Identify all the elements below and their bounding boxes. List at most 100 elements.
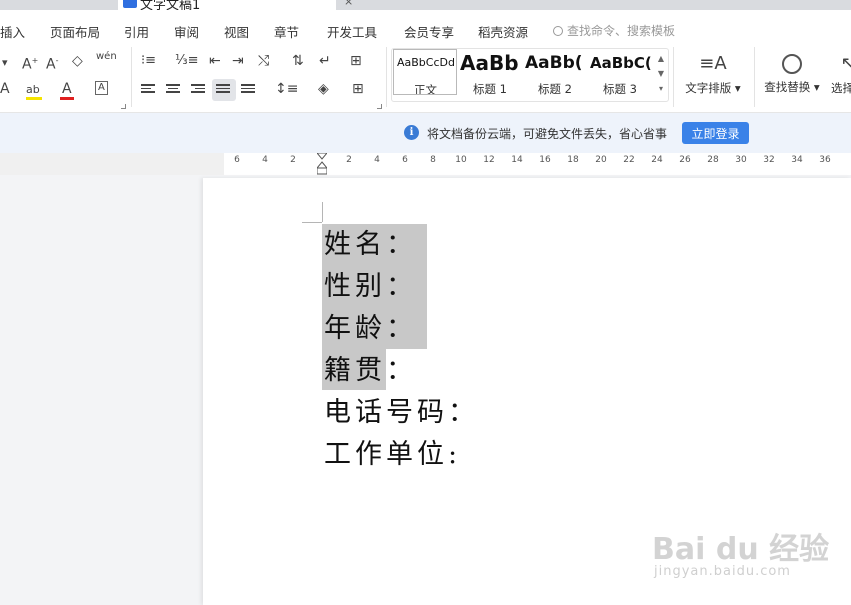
page-corner-mark — [322, 202, 323, 222]
search-icon — [553, 26, 563, 36]
login-button[interactable]: 立即登录 — [682, 122, 749, 144]
ruler-tick: 26 — [679, 155, 691, 165]
page-corner-mark — [302, 222, 322, 223]
menu-docer-resources[interactable]: 稻壳资源 — [478, 22, 528, 41]
ruler-tick: 2 — [290, 155, 296, 165]
pinyin-guide-icon[interactable]: wén — [96, 49, 117, 65]
text-effect-icon[interactable]: A — [0, 81, 10, 97]
find-replace-label: 查找替换 ▾ — [764, 80, 820, 94]
cloud-backup-notice: i 将文档备份云端，可避免文件丢失，省心省事 立即登录 — [0, 113, 851, 153]
doc-line-phone[interactable]: 电话号码： — [324, 392, 479, 433]
command-search[interactable]: 查找命令、搜索模板 — [553, 22, 675, 39]
style-heading-2[interactable]: AaBb( 标题 2 — [525, 49, 587, 95]
ruler-tick: 32 — [763, 155, 775, 165]
menu-bar: 插入 页面布局 引用 审阅 视图 章节 开发工具 会员专享 稻壳资源 查找命令、… — [0, 10, 851, 43]
doc-line-age[interactable]: 年龄： — [324, 308, 417, 349]
style-gallery-scroll[interactable]: ▲ ▼ ▾ — [655, 51, 667, 96]
chevron-up-icon[interactable]: ▲ — [655, 51, 667, 66]
doc-line-native-place[interactable]: 籍贯： — [324, 350, 417, 391]
ribbon-separator — [673, 47, 674, 107]
text-layout-button[interactable]: ≡A 文字排版 ▾ — [684, 53, 742, 96]
ruler-tick: 2 — [346, 155, 352, 165]
menu-references[interactable]: 引用 — [124, 22, 149, 41]
ruler-tick: 8 — [430, 155, 436, 165]
ruler-tick: 34 — [791, 155, 803, 165]
menu-chapter[interactable]: 章节 — [274, 22, 299, 41]
clear-format-icon[interactable]: ◇ — [72, 53, 83, 69]
cursor-arrow-icon: ↖ — [840, 53, 851, 74]
align-left-icon[interactable] — [141, 82, 157, 95]
font-size-dropdown-icon[interactable]: ▾ — [2, 55, 8, 71]
style-heading-3-sample: AaBbC( — [590, 54, 652, 72]
show-marks-icon[interactable]: ↵ — [319, 53, 331, 69]
menu-view[interactable]: 视图 — [224, 22, 249, 41]
info-icon: i — [404, 125, 419, 140]
chevron-down-icon[interactable]: ▼ — [655, 66, 667, 81]
ruler-tick: 10 — [455, 155, 467, 165]
shrink-font-icon[interactable]: A- — [46, 53, 58, 73]
distribute-icon[interactable] — [241, 82, 257, 95]
font-color-glyph: A — [62, 81, 72, 97]
ruler-tick: 12 — [483, 155, 495, 165]
font-color-bar — [60, 97, 74, 100]
grow-font-icon[interactable]: A+ — [22, 53, 38, 73]
style-heading-1-sample: AaBb — [460, 51, 519, 75]
align-right-icon[interactable] — [191, 82, 207, 95]
baidu-jingyan-watermark: Bai du 经验 jingyan.baidu.com — [648, 512, 851, 592]
style-heading-2-sample: AaBb( — [525, 53, 583, 73]
align-center-icon[interactable] — [166, 82, 182, 95]
highlight-glyph: ab — [26, 83, 40, 96]
ruler-tick: 20 — [595, 155, 607, 165]
select-button[interactable]: ↖ 选择 — [828, 53, 851, 96]
ruler-tick: 22 — [623, 155, 635, 165]
close-tab-icon[interactable]: × — [344, 0, 353, 8]
line-spacing-icon[interactable]: ↕≡ — [275, 81, 298, 97]
horizontal-ruler[interactable]: 6 4 2 2 4 6 8 10 12 14 16 18 20 22 24 26… — [0, 153, 851, 175]
ruler-tick: 6 — [234, 155, 240, 165]
style-normal-sample: AaBbCcDd — [397, 56, 455, 69]
menu-developer-tools[interactable]: 开发工具 — [327, 22, 377, 41]
ruler-toggle-icon[interactable]: ⊞ — [350, 53, 362, 69]
character-border-icon[interactable]: A — [95, 81, 108, 95]
doc-line-workplace[interactable]: 工作单位: — [324, 434, 461, 475]
menu-member[interactable]: 会员专享 — [404, 22, 454, 41]
decrease-indent-icon[interactable]: ⇤ — [209, 53, 221, 69]
chinese-layout-icon[interactable]: ⤭ — [258, 53, 269, 69]
expand-gallery-icon[interactable]: ▾ — [655, 81, 667, 96]
sort-icon[interactable]: ⇅ — [292, 53, 304, 69]
find-icon — [782, 54, 802, 74]
title-bar: 文字文稿1 × — [0, 0, 851, 13]
style-heading-2-caption: 标题 2 — [538, 82, 572, 95]
ruler-tick: 36 — [819, 155, 831, 165]
ruler-tick: 4 — [374, 155, 380, 165]
font-color-icon[interactable]: A — [60, 81, 74, 100]
ribbon-separator — [754, 47, 755, 107]
watermark-url: jingyan.baidu.com — [654, 564, 791, 579]
document-tab[interactable]: 文字文稿1 × — [118, 0, 353, 13]
menu-insert[interactable]: 插入 — [0, 22, 25, 41]
find-replace-button[interactable]: 查找替换 ▾ — [762, 53, 822, 95]
document-icon — [123, 0, 137, 8]
justify-icon[interactable] — [216, 82, 232, 95]
paragraph-dialog-launcher-icon[interactable] — [377, 104, 382, 109]
text-layout-icon: ≡A — [699, 53, 727, 74]
ruler-tick: 14 — [511, 155, 523, 165]
doc-line-gender[interactable]: 性别： — [324, 266, 417, 307]
ribbon-separator — [131, 47, 132, 107]
highlight-icon[interactable]: ab — [26, 81, 42, 100]
indent-marker-icon[interactable] — [317, 153, 327, 175]
numbered-list-icon[interactable]: ⅓≡ — [175, 53, 199, 69]
shading-icon[interactable]: ◈ — [318, 81, 329, 97]
style-normal[interactable]: AaBbCcDd 正文 — [393, 49, 457, 95]
borders-icon[interactable]: ⊞ — [352, 81, 364, 97]
ruler-tick: 16 — [539, 155, 551, 165]
doc-line-name[interactable]: 姓名： — [324, 224, 417, 265]
bullet-list-icon[interactable]: ⁝≡ — [141, 53, 156, 69]
style-heading-3[interactable]: AaBbC( 标题 3 — [590, 49, 652, 95]
style-heading-1[interactable]: AaBb 标题 1 — [460, 49, 524, 95]
menu-page-layout[interactable]: 页面布局 — [50, 22, 100, 41]
font-dialog-launcher-icon[interactable] — [121, 104, 126, 109]
menu-review[interactable]: 审阅 — [174, 22, 199, 41]
ruler-tick: 28 — [707, 155, 719, 165]
increase-indent-icon[interactable]: ⇥ — [232, 53, 244, 69]
